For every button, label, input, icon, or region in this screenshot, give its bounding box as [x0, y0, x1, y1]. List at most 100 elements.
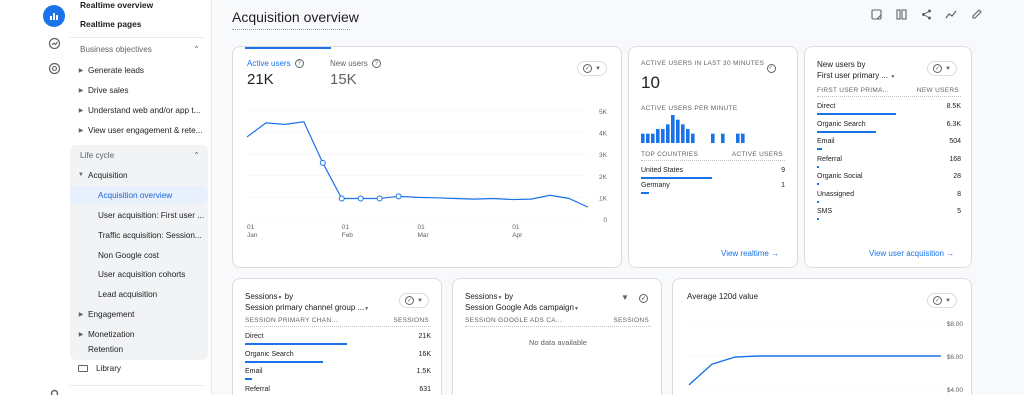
table-row: Referral 168	[817, 156, 961, 163]
row-label: Email	[245, 368, 263, 375]
share-bar	[245, 378, 253, 380]
nav-retention[interactable]: Retention	[74, 345, 211, 353]
column-header-campaign: SESSION GOOGLE ADS CA...	[465, 317, 563, 324]
minute-bar	[686, 129, 690, 143]
ltv-line-chart: $8.00 $6.00 $4.00	[687, 321, 963, 394]
x-tick-label: 01	[418, 224, 426, 231]
minute-bar	[711, 133, 715, 143]
divider	[245, 326, 431, 327]
column-header-active-users: ACTIVE USERS	[731, 151, 783, 158]
metric-label[interactable]: Sessions	[245, 292, 277, 301]
row-label: Organic Search	[245, 350, 294, 358]
dimension-selector[interactable]: Session primary channel group ...▼	[245, 303, 369, 312]
share-icon[interactable]	[920, 8, 932, 20]
compare-button[interactable]: ✓	[764, 61, 778, 75]
minute-bar	[721, 133, 725, 143]
report-navigation: Realtime overview Realtime pages Busines…	[66, 0, 212, 395]
column-header-countries: TOP COUNTRIES	[641, 151, 699, 158]
section-life-cycle[interactable]: Life cycle ⌃	[80, 146, 200, 164]
nav-user-acquisition[interactable]: User acquisition: First user ...	[98, 206, 208, 224]
insights-icon[interactable]	[945, 8, 957, 20]
nav-acquisition-overview[interactable]: Acquisition overview	[70, 186, 208, 204]
help-icon[interactable]: ?	[294, 59, 304, 68]
settings-icon[interactable]	[43, 382, 65, 395]
nav-monetization[interactable]: ▶ Monetization	[74, 325, 211, 343]
column-header-dimension: SESSION PRIMARY CHAN...	[245, 317, 338, 324]
report-content: Acquisition overview Active users ? 21K …	[212, 0, 1024, 395]
dimension-selector[interactable]: First user primary ... ▼	[817, 71, 895, 80]
nav-traffic-acquisition[interactable]: Traffic acquisition: Session...	[98, 226, 208, 244]
nav-generate-leads[interactable]: ▶ Generate leads	[74, 61, 211, 79]
nav-lead-acquisition[interactable]: Lead acquisition	[98, 285, 208, 303]
nav-label: Library	[96, 363, 122, 373]
nav-label: Retention	[88, 345, 124, 353]
dimension-selector[interactable]: Session Google Ads campaign▼	[465, 303, 579, 312]
nav-library[interactable]: Library	[78, 359, 211, 377]
title-underline	[232, 29, 350, 30]
share-bar	[245, 343, 348, 345]
compare-dropdown[interactable]: ✓ ▼	[927, 61, 957, 76]
column-header-sessions: SESSIONS	[393, 317, 429, 324]
table-row: Direct 8.5K	[817, 103, 961, 110]
nav-realtime-overview[interactable]: Realtime overview	[80, 0, 211, 14]
data-point	[395, 193, 402, 200]
y-tick-label: 3K	[599, 152, 608, 159]
y-tick-label: 2K	[599, 174, 608, 181]
minute-bar	[641, 133, 645, 143]
table-row: United States 9	[641, 167, 785, 174]
metric-label[interactable]: Sessions	[465, 292, 497, 301]
section-business-objectives[interactable]: Business objectives ⌃	[80, 40, 200, 58]
row-value: 1.5K	[416, 368, 431, 375]
share-bar	[245, 360, 323, 363]
nav-label: Understand web and/or app t...	[88, 105, 201, 115]
help-icon[interactable]: ?	[371, 59, 381, 68]
minute-bar	[666, 124, 670, 143]
nav-user-engagement[interactable]: ▶ View user engagement & rete...	[74, 121, 211, 139]
filter-icon[interactable]: ▼	[621, 293, 629, 302]
nav-drive-sales[interactable]: ▶ Drive sales	[74, 81, 211, 99]
view-user-acquisition-link[interactable]: View user acquisition →	[869, 249, 954, 258]
view-realtime-link[interactable]: View realtime →	[721, 249, 779, 258]
row-label: Organic Search	[817, 120, 866, 128]
divider	[70, 37, 204, 38]
row-value: 168	[949, 155, 961, 163]
x-tick-month-label: Apr	[512, 232, 523, 239]
share-bar	[817, 130, 876, 133]
advertising-icon[interactable]	[43, 57, 65, 79]
nav-label: View user engagement & rete...	[88, 125, 203, 135]
check-circle-icon[interactable]: ✓	[639, 294, 648, 303]
reports-icon[interactable]	[43, 5, 65, 27]
nav-non-google-cost[interactable]: Non Google cost	[98, 246, 208, 264]
divider	[70, 385, 204, 386]
row-label: Direct	[245, 333, 264, 340]
row-value: 8	[957, 190, 961, 198]
nav-label: Monetization	[88, 329, 135, 339]
share-bar	[817, 113, 897, 115]
nav-label: Engagement	[88, 309, 135, 319]
table-row: Email 1.5K	[245, 368, 431, 375]
y-tick-label: 0	[603, 217, 607, 224]
nav-engagement[interactable]: ▶ Engagement	[74, 305, 211, 323]
compare-dropdown[interactable]: ✓ ▼	[577, 61, 607, 76]
row-value: 6.3K	[946, 120, 961, 128]
dropdown-arrow-icon: ▼	[595, 65, 601, 72]
data-point	[338, 195, 345, 202]
customize-report-icon[interactable]	[970, 8, 982, 20]
explore-icon[interactable]	[43, 32, 65, 54]
nav-acquisition-cohorts[interactable]: User acquisition cohorts	[98, 265, 208, 283]
compare-dropdown[interactable]: ✓ ▼	[927, 293, 957, 308]
metric-tab-active-users[interactable]: Active users ?	[247, 59, 304, 68]
metric-tab-new-users[interactable]: New users ?	[330, 59, 381, 68]
compare-dropdown[interactable]: ✓ ▼	[399, 293, 429, 308]
folder-icon	[78, 364, 88, 372]
minute-bar	[656, 129, 660, 143]
dimension-label: Session Google Ads campaign	[465, 303, 574, 312]
nav-acquisition[interactable]: ▼ Acquisition	[74, 166, 211, 184]
row-label: Germany	[641, 182, 670, 189]
nav-realtime-pages[interactable]: Realtime pages	[80, 15, 211, 33]
nav-understand-traffic[interactable]: ▶ Understand web and/or app t...	[74, 101, 211, 119]
share-bar	[641, 177, 713, 179]
edit-comparison-icon[interactable]	[870, 8, 882, 20]
compare-columns-icon[interactable]	[895, 8, 907, 20]
new-users-value: 15K	[330, 71, 357, 88]
